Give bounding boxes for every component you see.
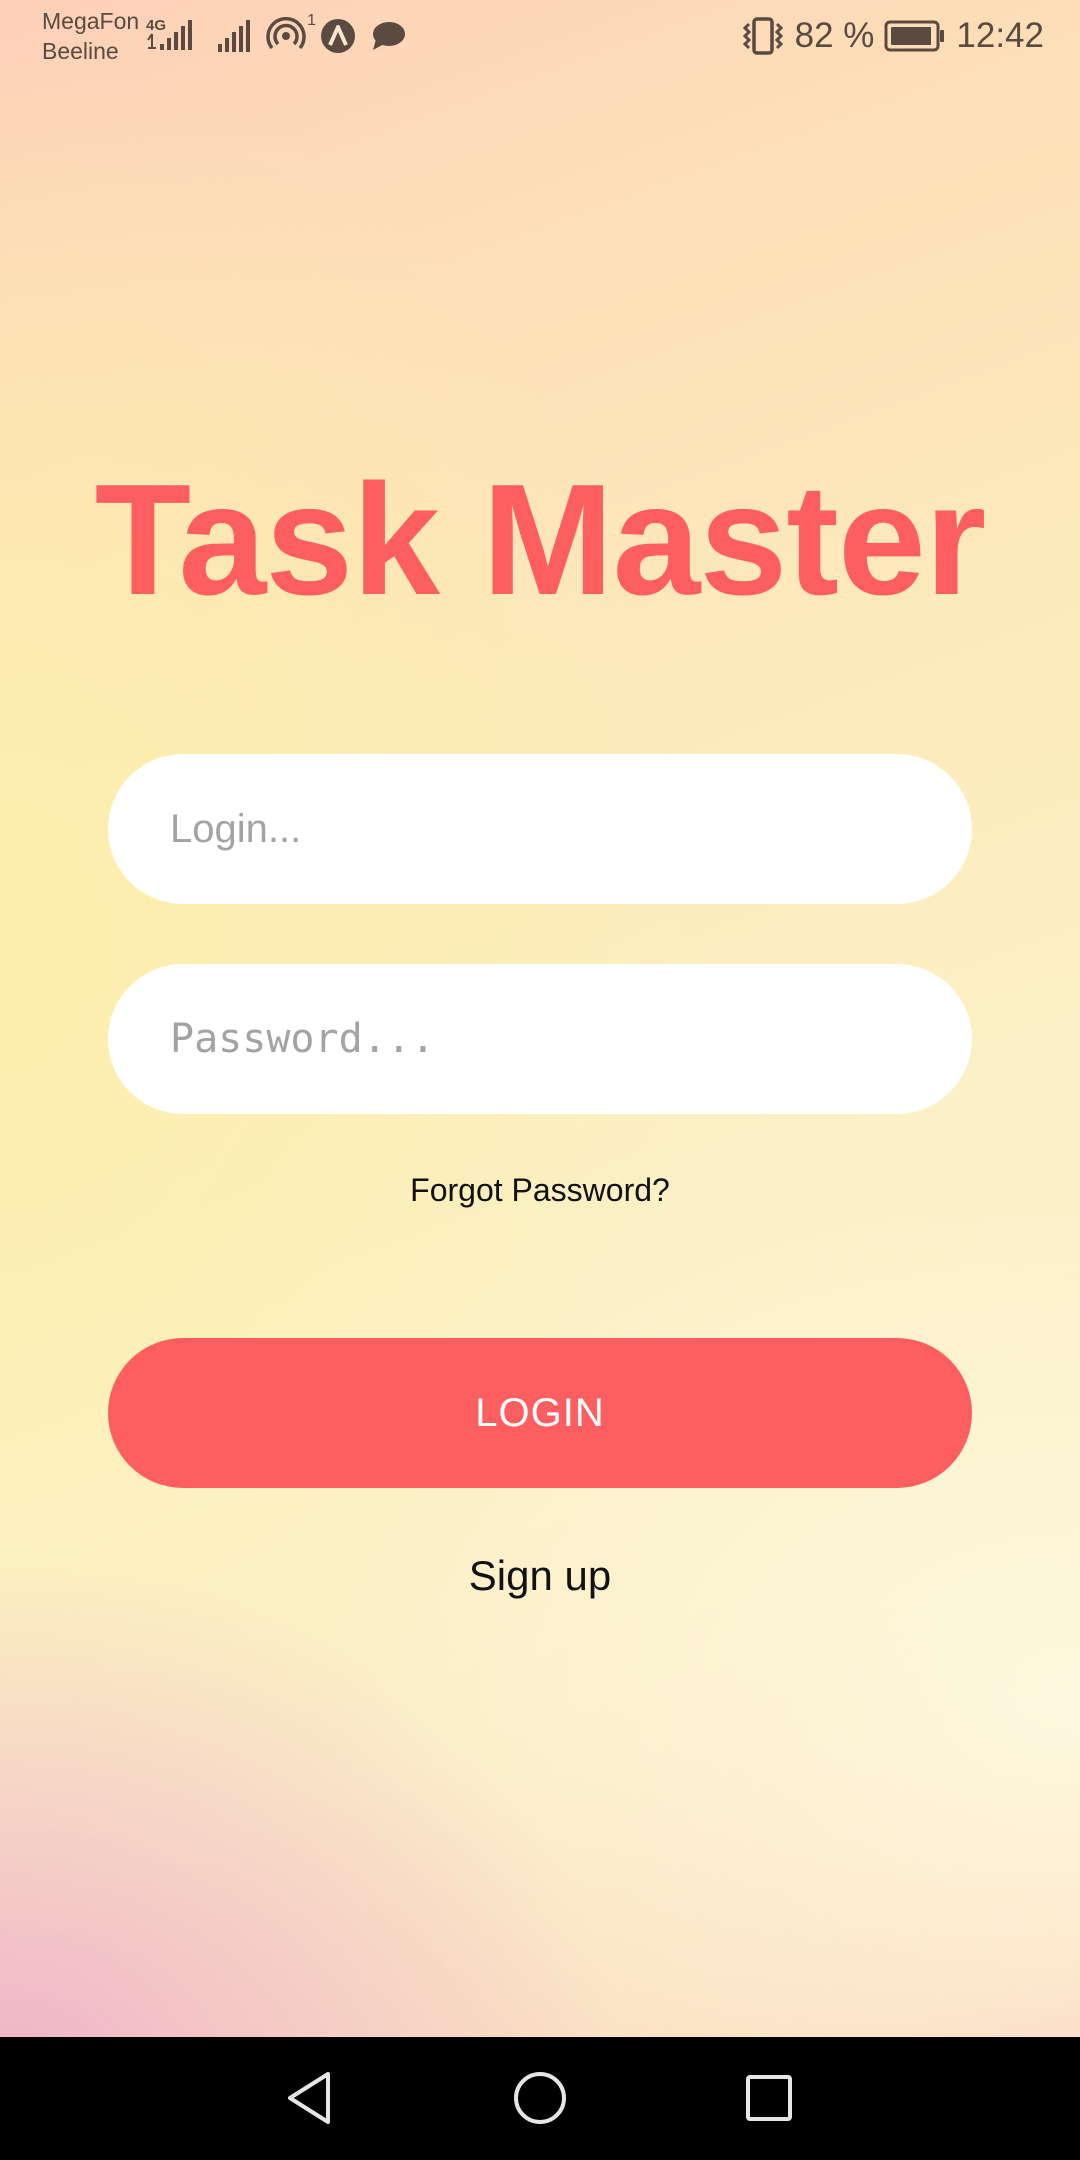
login-screen: MegaFon Beeline 4G 1 82 % 12:42 Task Mas… [0, 0, 1080, 2160]
password-field-container[interactable] [108, 964, 972, 1114]
hotspot-icon: 1 [266, 12, 316, 57]
status-icons-left: 4G 1 [146, 12, 406, 58]
message-icon [373, 22, 405, 50]
clock: 12:42 [956, 16, 1044, 55]
navigation-bar [0, 2037, 1080, 2160]
app-notification-icon [321, 19, 355, 53]
login-field-container[interactable] [108, 754, 972, 904]
mobile-data-icon: 4G [146, 16, 202, 56]
login-button[interactable]: LOGIN [108, 1338, 972, 1488]
forgot-password-link[interactable]: Forgot Password? [0, 1172, 1080, 1209]
hotspot-count: 1 [307, 11, 316, 29]
battery-icon [884, 20, 945, 52]
battery-percent: 82 % [794, 16, 875, 55]
login-input[interactable] [168, 805, 912, 853]
status-bar: MegaFon Beeline 4G 1 82 % 12:42 [0, 0, 1080, 76]
home-icon [514, 2072, 566, 2124]
status-icons-right: 82 % 12:42 [741, 14, 1044, 58]
carrier-names: MegaFon Beeline [42, 6, 139, 66]
app-title: Task Master [94, 452, 987, 628]
carrier-1: MegaFon [42, 8, 140, 34]
password-input[interactable] [168, 1015, 912, 1063]
carrier-2: Beeline [42, 38, 119, 64]
recent-apps-button[interactable] [736, 2065, 802, 2131]
signal-strength-icon [218, 20, 250, 52]
back-button[interactable] [276, 2065, 342, 2131]
recent-apps-icon [746, 2075, 792, 2121]
home-button[interactable] [507, 2065, 573, 2131]
back-icon [288, 2072, 330, 2124]
vibrate-icon [742, 17, 783, 55]
signup-link[interactable]: Sign up [0, 1552, 1080, 1600]
